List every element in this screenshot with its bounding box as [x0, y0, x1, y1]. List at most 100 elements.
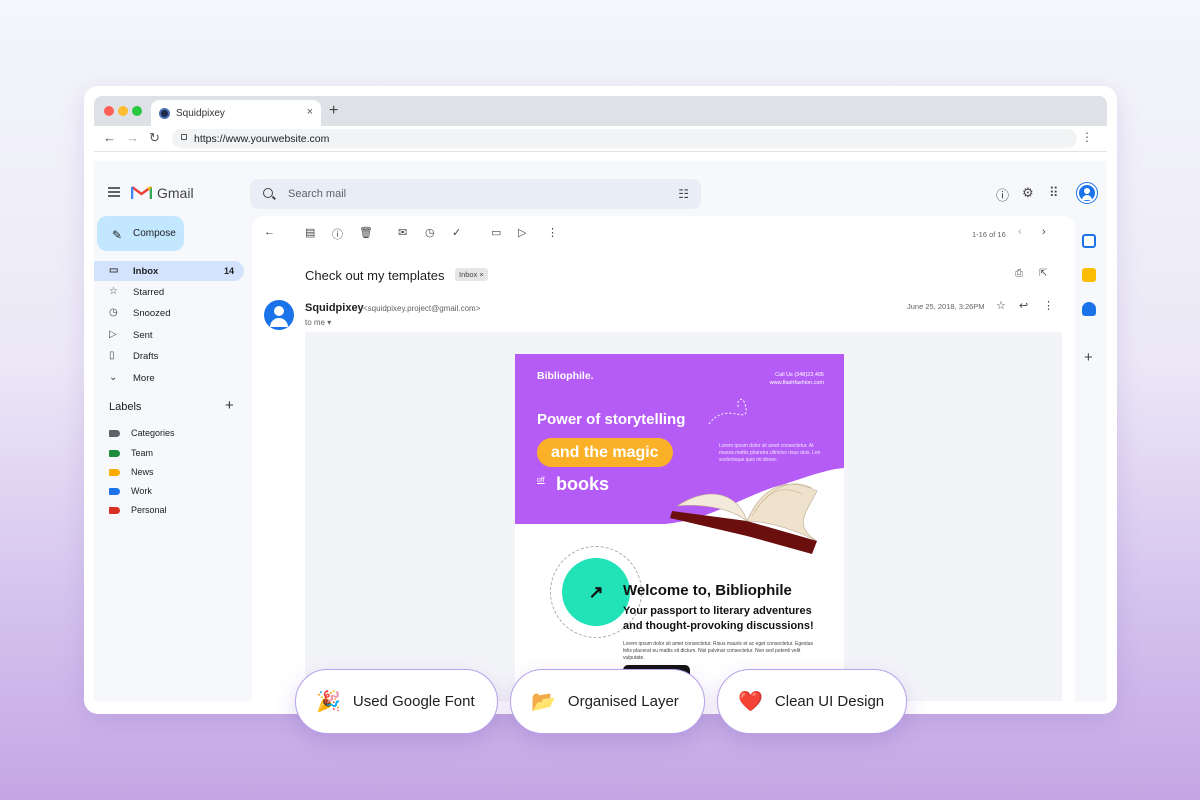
sidebar-item-label: Sent — [133, 329, 153, 341]
label-tag-icon — [109, 450, 120, 457]
open-new-window-icon[interactable]: ⇱ — [1039, 268, 1047, 279]
calendar-icon[interactable] — [1082, 234, 1096, 248]
label-categories[interactable]: Categories — [109, 425, 175, 441]
close-window-dot[interactable] — [104, 106, 114, 116]
label-tag-icon — [109, 507, 120, 514]
sidebar-item-drafts[interactable]: ▯ Drafts — [94, 346, 244, 366]
headline-line-1: Power of storytelling — [537, 411, 686, 428]
tab-bar: Squidpixey × + — [94, 96, 1107, 126]
recipient-line[interactable]: to me ▾ — [305, 318, 331, 327]
sidebar-item-more[interactable]: ⌄ More — [94, 368, 244, 388]
favicon-icon — [159, 107, 170, 119]
new-tab-button[interactable]: + — [329, 102, 338, 120]
newsletter-card: Bibliophile. Call Us (348)23,405 www.fla… — [515, 354, 844, 701]
search-input[interactable]: Search mail — [288, 188, 346, 200]
message-pane: ← ▤ ⓘ 🗑︎ ✉ ◷ ✓ ▭ ▷ ⋮ ‹ › 1-16 of 16 Chec… — [252, 216, 1075, 701]
reload-icon[interactable]: ↻ — [149, 130, 160, 146]
search-bar[interactable]: Search mail ☷ — [250, 179, 701, 209]
gmail-logo-text: Gmail — [157, 185, 194, 201]
heart-icon: ❤️ — [738, 691, 763, 713]
back-to-inbox-icon[interactable]: ← — [264, 226, 275, 238]
sender-name: Squidpixey — [305, 302, 364, 314]
mark-unread-icon[interactable]: ✉ — [398, 226, 407, 239]
lock-icon — [181, 134, 187, 140]
browser-menu-icon[interactable]: ⋮ — [1081, 130, 1093, 144]
gmail-logo-icon — [131, 186, 152, 199]
label-personal[interactable]: Personal — [109, 502, 167, 518]
draft-icon: ▯ — [109, 350, 115, 361]
sender-avatar — [264, 300, 294, 330]
feature-label: Used Google Font — [352, 693, 475, 710]
label-team[interactable]: Team — [109, 445, 153, 461]
snooze-icon[interactable]: ◷ — [425, 226, 435, 239]
address-bar-row: ← → ↻ https://www.yourwebsite.com ⋮ — [94, 126, 1107, 152]
message-menu-icon[interactable]: ⋮ — [1043, 299, 1054, 312]
minimize-window-dot[interactable] — [118, 106, 128, 116]
browser-tab[interactable]: Squidpixey × — [151, 100, 321, 126]
contacts-icon[interactable] — [1082, 302, 1096, 316]
inbox-label-chip[interactable]: Inbox × — [455, 268, 488, 281]
folder-icon: 📂 — [531, 691, 556, 713]
feature-label: Clean UI Design — [774, 693, 885, 710]
arrow-circle-icon[interactable]: ↗ — [562, 558, 630, 626]
url-text: https://www.yourwebsite.com — [194, 132, 330, 145]
settings-gear-icon[interactable]: ⚙ — [1022, 185, 1034, 201]
add-task-icon[interactable]: ✓ — [452, 226, 461, 239]
sidebar-item-label: Starred — [133, 286, 165, 298]
older-icon[interactable]: › — [1042, 226, 1046, 238]
newer-icon[interactable]: ‹ — [1018, 226, 1022, 238]
label-name: Team — [131, 448, 154, 458]
label-icon[interactable]: ▷ — [518, 226, 526, 239]
maximize-window-dot[interactable] — [132, 106, 142, 116]
move-to-icon[interactable]: ▭ — [491, 226, 501, 239]
help-icon[interactable]: ⓘ — [996, 185, 1009, 204]
delete-icon[interactable]: 🗑︎ — [359, 226, 373, 239]
label-work[interactable]: Work — [109, 483, 152, 499]
feature-label: Organised Layer — [567, 693, 679, 710]
forward-icon[interactable]: → — [126, 130, 139, 145]
welcome-heading: Welcome to, Bibliophile — [623, 582, 792, 599]
contact-info: Call Us (348)23,405 www.flashfashion.com — [770, 371, 824, 387]
add-label-icon[interactable]: + — [225, 397, 234, 414]
sidebar-item-starred[interactable]: ☆ Starred — [94, 282, 244, 302]
label-name: Categories — [131, 428, 175, 438]
archive-icon[interactable]: ▤ — [305, 226, 315, 239]
feature-pill-google-font: 🎉 Used Google Font — [295, 669, 498, 734]
keep-icon[interactable] — [1082, 268, 1096, 282]
tab-title: Squidpixey — [176, 107, 225, 119]
sidebar-item-sent[interactable]: ▷ Sent — [94, 325, 244, 345]
party-popper-icon: 🎉 — [316, 691, 341, 713]
compose-button[interactable]: ✎ Compose — [97, 216, 184, 251]
dashed-arrow-icon — [708, 398, 747, 425]
label-name: Work — [131, 486, 152, 496]
search-icon[interactable] — [263, 188, 273, 198]
send-icon: ▷ — [109, 329, 117, 340]
back-icon[interactable]: ← — [103, 130, 116, 145]
sidebar-item-label: Snoozed — [133, 307, 171, 319]
apps-grid-icon[interactable]: ⠿ — [1049, 185, 1059, 201]
account-avatar[interactable] — [1077, 183, 1097, 203]
message-date: June 25, 2018, 3:26PM — [907, 302, 985, 311]
sidebar-item-inbox[interactable]: ▭ Inbox 14 — [94, 261, 244, 281]
add-addon-icon[interactable]: + — [1084, 349, 1093, 366]
sidebar-item-label: Drafts — [133, 350, 159, 362]
search-options-icon[interactable]: ☷ — [678, 187, 689, 201]
website-text: www.flashfashion.com — [769, 380, 824, 386]
email-body: Bibliophile. Call Us (348)23,405 www.fla… — [305, 332, 1062, 701]
tab-close-icon[interactable]: × — [307, 106, 313, 118]
label-tag-icon — [109, 469, 120, 476]
report-spam-icon[interactable]: ⓘ — [332, 226, 343, 242]
url-field[interactable]: https://www.yourwebsite.com — [172, 129, 1077, 148]
hamburger-menu-icon[interactable] — [108, 187, 120, 197]
star-message-icon[interactable]: ☆ — [996, 299, 1006, 312]
star-icon: ☆ — [109, 286, 118, 297]
label-tag-icon — [109, 488, 120, 495]
more-options-icon[interactable]: ⋮ — [547, 226, 558, 239]
print-icon[interactable]: ⎙ — [1015, 268, 1023, 279]
label-name: Personal — [131, 505, 167, 515]
sidebar-item-snoozed[interactable]: ◷ Snoozed — [94, 303, 244, 323]
reply-icon[interactable]: ↩ — [1019, 299, 1028, 312]
browser-window: Squidpixey × + ← → ↻ https://www.yourweb… — [84, 86, 1117, 714]
label-news[interactable]: News — [109, 464, 154, 480]
message-subject: Check out my templates — [305, 268, 445, 283]
